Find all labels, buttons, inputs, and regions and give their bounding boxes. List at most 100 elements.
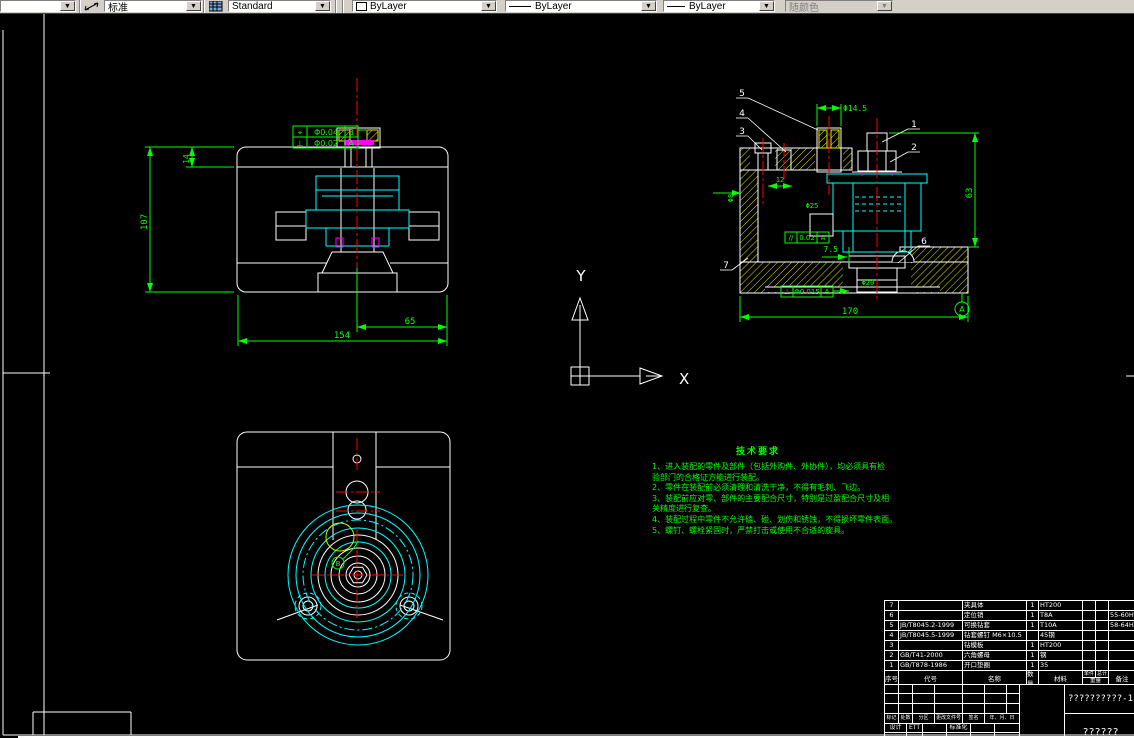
chevron-down-icon[interactable]: ▼ — [481, 1, 496, 11]
notes-title: 技术要求 — [735, 447, 780, 457]
parts-list-cell: T10A — [1039, 621, 1083, 631]
parts-list-row: 3 钻模板 1 HT200 — [885, 641, 1134, 651]
linetype-sample-icon — [509, 5, 531, 7]
parts-list-cell — [1109, 631, 1134, 641]
fcf-parallel-datum: A — [821, 234, 826, 242]
plot-style-value: 随颜色 — [789, 2, 819, 14]
dim-style-combo[interactable]: 标准 ▼ — [104, 0, 202, 14]
parts-list-cell: 定位销 — [963, 611, 1027, 621]
technical-notes: 技术要求 1、进入装配的零件及部件（包括外购件、外协件），均必须具有检 验部门的合… — [652, 444, 897, 536]
lineweight-sample-icon — [667, 5, 685, 7]
parts-list-cell: 3 — [885, 641, 899, 651]
balloon-5: 5 — [739, 89, 745, 99]
dim-style-value: 标准 — [108, 2, 128, 14]
chevron-down-icon[interactable]: ▼ — [186, 1, 201, 11]
ucs-icon: Y X — [570, 267, 689, 388]
parts-list-cell: 开口垫圈 — [963, 661, 1027, 671]
title-block-middle: 阶段标记 重量 比例 — [1021, 684, 1065, 738]
linetype-combo[interactable]: ByLayer ▼ — [505, 0, 657, 12]
parts-list-cell: 1 — [1027, 621, 1039, 631]
parts-list-cell — [1083, 631, 1096, 641]
dim-bore: Φ14.5 — [843, 104, 867, 113]
balloon-4: 4 — [739, 109, 745, 119]
header-weight: 单件 总计 重量 — [1083, 671, 1109, 685]
parts-list-cell: 1 — [1027, 611, 1039, 621]
dim-thread: Φ25 — [806, 202, 819, 210]
parts-list-cell — [1096, 601, 1109, 611]
header-weight-unit: 单件 — [1083, 671, 1096, 678]
ucs-x-label: X — [679, 370, 689, 388]
text-style-value: Standard — [232, 0, 273, 12]
chevron-down-icon: ▼ — [877, 1, 892, 11]
sign-cell: 标准化 — [947, 724, 971, 733]
parts-list-cell — [899, 641, 963, 651]
dim-offset: 7.5 — [824, 245, 839, 254]
chevron-down-icon[interactable]: ▼ — [60, 1, 75, 11]
toolbar: ▼ 标准 ▼ Standard ▼ ByLayer ▼ ByLayer ▼ By… — [0, 0, 1134, 14]
fcf-perp-value: Φ0.015 — [794, 288, 820, 296]
plot-style-combo[interactable]: 随颜色 ▼ — [785, 0, 893, 14]
fcf-perp-value: Φ0.02 — [314, 139, 338, 148]
fcf-position-value: Φ0.04 — [314, 128, 338, 137]
revision-cell — [913, 684, 935, 694]
parts-list-cell — [1096, 611, 1109, 621]
drawing-canvas[interactable]: 107 14 154 65 ⌖ Φ0.04 B ⊥ Φ0.02 A 170 63… — [0, 13, 1134, 738]
parts-list-row: 6 定位销1T8A 55-60HRC — [885, 611, 1134, 621]
datum-flag: A — [954, 293, 970, 317]
color-combo[interactable]: ByLayer ▼ — [352, 0, 497, 12]
parts-list-cell: 6 — [885, 611, 899, 621]
dim-63: 63 — [965, 188, 975, 199]
sign-cell — [995, 724, 1020, 733]
revision-cell — [963, 704, 985, 714]
revision-cell — [985, 704, 1007, 714]
parts-list-cell — [1096, 631, 1109, 641]
parts-list: 7夹具体1HT2006定位销1T8A55-60HRC5JB/T8045.2-19… — [884, 600, 1134, 685]
lineweight-value: ByLayer — [689, 0, 726, 12]
revision-cell — [885, 684, 899, 694]
chevron-down-icon[interactable]: ▼ — [641, 1, 656, 11]
parts-list-cell: T8A — [1039, 611, 1083, 621]
dim-half: 65 — [405, 317, 416, 327]
parts-list-cell: 钻套螺钉 M6×10.5 — [963, 631, 1027, 641]
parts-list-cell — [1109, 601, 1134, 611]
revision-cell — [1007, 704, 1020, 714]
parts-list-cell — [1109, 661, 1134, 671]
note-line: 2、零件在装配前必须清理和清洗干净，不得有毛刺、飞边。 — [652, 483, 866, 493]
rev-label: 标记 — [885, 714, 899, 724]
signature-row: 设计 ETT 标准化 — [885, 724, 1021, 733]
parts-list-cell: GB/T878-1986 — [899, 661, 963, 671]
parts-list-cell: 45钢 — [1039, 631, 1083, 641]
parts-list-row: 1 GB/T878-1986 开口垫圈 1 35 — [885, 661, 1134, 671]
color-swatch-icon — [356, 1, 367, 11]
fcf-position-symbol: ⌖ — [298, 128, 303, 137]
dim-style-icon-button[interactable] — [82, 0, 102, 12]
parts-list-cell: 六角螺母 — [963, 651, 1027, 661]
parts-list-cell: 1 — [1027, 641, 1039, 651]
chevron-down-icon[interactable]: ▼ — [759, 1, 774, 11]
parts-list-cell: HT200 — [1039, 641, 1083, 651]
sign-cell: ETT — [907, 724, 923, 733]
parts-list-cell: 1 — [885, 661, 899, 671]
leftmost-combo[interactable]: ▼ — [0, 0, 76, 12]
parts-list-row: 7 夹具体 1 HT200 — [885, 601, 1134, 611]
section-view: 170 63 Φ14.5 12 Φ25 Φ8 7.5 Φ20 // 0.02 A… — [713, 89, 979, 322]
front-view: 107 14 154 65 ⌖ Φ0.04 B ⊥ Φ0.02 A — [140, 78, 449, 346]
parts-list-cell: GB/T41-2000 — [899, 651, 963, 661]
text-style-icon-button[interactable] — [206, 0, 226, 12]
parts-list-cell — [1109, 641, 1134, 651]
revision-cell — [935, 694, 963, 704]
ucs-y-label: Y — [575, 267, 586, 285]
sign-cell: 设计 — [885, 724, 907, 733]
chevron-down-icon[interactable]: ▼ — [315, 1, 330, 11]
revision-cell — [935, 684, 963, 694]
parts-list-cell — [1083, 651, 1096, 661]
fcf-perp-datum: A — [348, 139, 354, 148]
text-style-combo[interactable]: Standard ▼ — [228, 0, 331, 12]
note-line: 关精度进行复查。 — [652, 504, 716, 514]
parts-list-cell: HT200 — [1039, 601, 1083, 611]
fcf-parallel-symbol: // — [789, 234, 794, 242]
revision-cell — [899, 704, 913, 714]
parts-list-cell — [1096, 651, 1109, 661]
dim-side: Φ8 — [727, 194, 735, 202]
lineweight-combo[interactable]: ByLayer ▼ — [663, 0, 775, 12]
